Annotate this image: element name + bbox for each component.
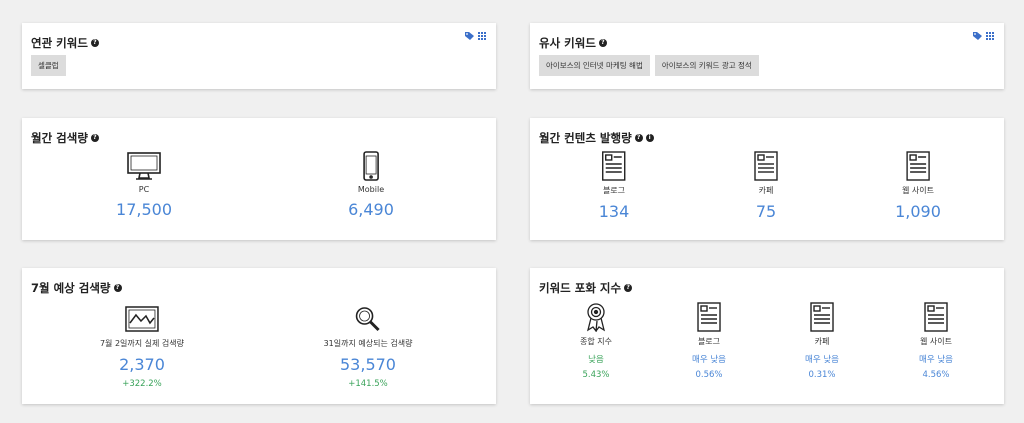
cafe-stat: 카페 75 xyxy=(754,151,778,221)
pc-stat: PC 17,500 xyxy=(116,151,172,219)
similar-keywords-card: 유사 키워드 ? 아이보스의 인터넷 마케팅 해법 아이보스의 키워드 광고 정… xyxy=(530,23,1004,89)
total-saturation-level: 낮음 xyxy=(588,355,604,365)
info-icon[interactable]: i xyxy=(645,134,654,142)
document-icon xyxy=(697,302,721,332)
monthly-content-title: 월간 컨텐츠 발행량 xyxy=(539,131,632,145)
card-title: 월간 컨텐츠 발행량 ? i xyxy=(539,130,654,146)
blog-saturation-label: 블로그 xyxy=(697,337,721,346)
monthly-search-title: 월간 검색량 xyxy=(31,131,88,145)
cafe-value: 75 xyxy=(755,202,777,221)
keyword-chips: 아이보스의 인터넷 마케팅 해법 아이보스의 키워드 광고 정석 xyxy=(539,55,759,76)
help-icon[interactable]: ? xyxy=(90,39,99,47)
document-icon xyxy=(754,151,778,181)
tag-icon[interactable] xyxy=(973,32,982,40)
help-icon[interactable]: ? xyxy=(598,39,607,47)
web-label: 웹 사이트 xyxy=(902,186,934,195)
web-saturation-label: 웹 사이트 xyxy=(920,337,952,346)
help-icon[interactable]: ? xyxy=(634,134,643,142)
total-saturation-pct: 5.43% xyxy=(582,370,610,380)
smartphone-icon xyxy=(363,151,379,181)
web-saturation-level: 매우 낮음 xyxy=(919,355,953,365)
expected-search-change: +141.5% xyxy=(348,379,388,389)
card-title: 연관 키워드 ? xyxy=(31,35,99,51)
blog-saturation-level: 매우 낮음 xyxy=(692,355,726,365)
grid-icon[interactable] xyxy=(478,32,486,40)
saturation-card: 키워드 포화 지수 ? 종합 지수 낮음 5.43% 블로그 매우 낮음 0.5… xyxy=(530,268,1004,404)
saturation-title: 키워드 포화 지수 xyxy=(539,281,622,295)
total-saturation-stat: 종합 지수 낮음 5.43% xyxy=(580,302,612,380)
monthly-content-card: 월간 컨텐츠 발행량 ? i 블로그 134 카페 75 웹 사이트 1,090 xyxy=(530,118,1004,240)
monitor-icon xyxy=(127,152,161,180)
blog-saturation-pct: 0.56% xyxy=(695,370,723,380)
document-icon xyxy=(906,151,930,181)
help-icon[interactable]: ? xyxy=(90,134,99,142)
expected-search-value: 53,570 xyxy=(340,355,396,374)
help-icon[interactable]: ? xyxy=(624,284,633,292)
total-saturation-label: 종합 지수 xyxy=(580,337,612,346)
keyword-chip[interactable]: 아이보스의 키워드 광고 정석 xyxy=(654,55,759,76)
pc-value: 17,500 xyxy=(116,200,172,219)
expected-search-label: 31일까지 예상되는 검색량 xyxy=(323,339,413,348)
cafe-saturation-label: 카페 xyxy=(814,337,830,346)
card-title: 7월 예상 검색량 ? xyxy=(31,280,122,296)
cafe-saturation-pct: 0.31% xyxy=(808,370,836,380)
actual-search-label: 7월 2일까지 실제 검색량 xyxy=(99,339,185,348)
grid-icon[interactable] xyxy=(986,32,994,40)
related-keywords-card: 연관 키워드 ? 셀클럽 xyxy=(22,23,496,89)
tag-icon[interactable] xyxy=(465,32,474,40)
actual-search-change: +322.2% xyxy=(122,379,162,389)
mobile-stat: Mobile 6,490 xyxy=(348,151,394,219)
monthly-search-card: 월간 검색량 ? PC 17,500 Mobile 6,490 xyxy=(22,118,496,240)
card-tools xyxy=(465,32,486,40)
web-saturation-stat: 웹 사이트 매우 낮음 4.56% xyxy=(919,302,953,380)
help-icon[interactable]: ? xyxy=(113,284,122,292)
web-stat: 웹 사이트 1,090 xyxy=(895,151,941,221)
blog-saturation-stat: 블로그 매우 낮음 0.56% xyxy=(692,302,726,380)
document-icon xyxy=(924,302,948,332)
mobile-label: Mobile xyxy=(357,185,385,194)
card-title: 월간 검색량 ? xyxy=(31,130,99,146)
similar-keywords-title: 유사 키워드 xyxy=(539,36,596,50)
document-icon xyxy=(602,151,626,181)
forecast-title: 7월 예상 검색량 xyxy=(31,281,111,295)
mobile-value: 6,490 xyxy=(348,200,394,219)
line-chart-icon xyxy=(125,306,159,332)
actual-search-value: 2,370 xyxy=(119,355,165,374)
cafe-saturation-level: 매우 낮음 xyxy=(805,355,839,365)
card-title: 유사 키워드 ? xyxy=(539,35,607,51)
related-keywords-title: 연관 키워드 xyxy=(31,36,88,50)
web-value: 1,090 xyxy=(895,202,941,221)
blog-stat: 블로그 134 xyxy=(598,151,630,221)
cafe-saturation-stat: 카페 매우 낮음 0.31% xyxy=(805,302,839,380)
keyword-chips: 셀클럽 xyxy=(31,55,66,76)
keyword-chip[interactable]: 아이보스의 인터넷 마케팅 해법 xyxy=(539,55,650,76)
card-tools xyxy=(973,32,994,40)
keyword-chip[interactable]: 셀클럽 xyxy=(31,55,66,76)
blog-value: 134 xyxy=(598,202,630,221)
cafe-label: 카페 xyxy=(758,186,774,195)
actual-search-stat: 7월 2일까지 실제 검색량 2,370 +322.2% xyxy=(100,304,184,389)
card-title: 키워드 포화 지수 ? xyxy=(539,280,633,296)
document-icon xyxy=(810,302,834,332)
magnifier-icon xyxy=(356,307,381,332)
web-saturation-pct: 4.56% xyxy=(922,370,950,380)
forecast-card: 7월 예상 검색량 ? 7월 2일까지 실제 검색량 2,370 +322.2%… xyxy=(22,268,496,404)
expected-search-stat: 31일까지 예상되는 검색량 53,570 +141.5% xyxy=(323,304,413,389)
pc-label: PC xyxy=(138,185,150,194)
award-ribbon-icon xyxy=(586,303,606,332)
blog-label: 블로그 xyxy=(602,186,626,195)
